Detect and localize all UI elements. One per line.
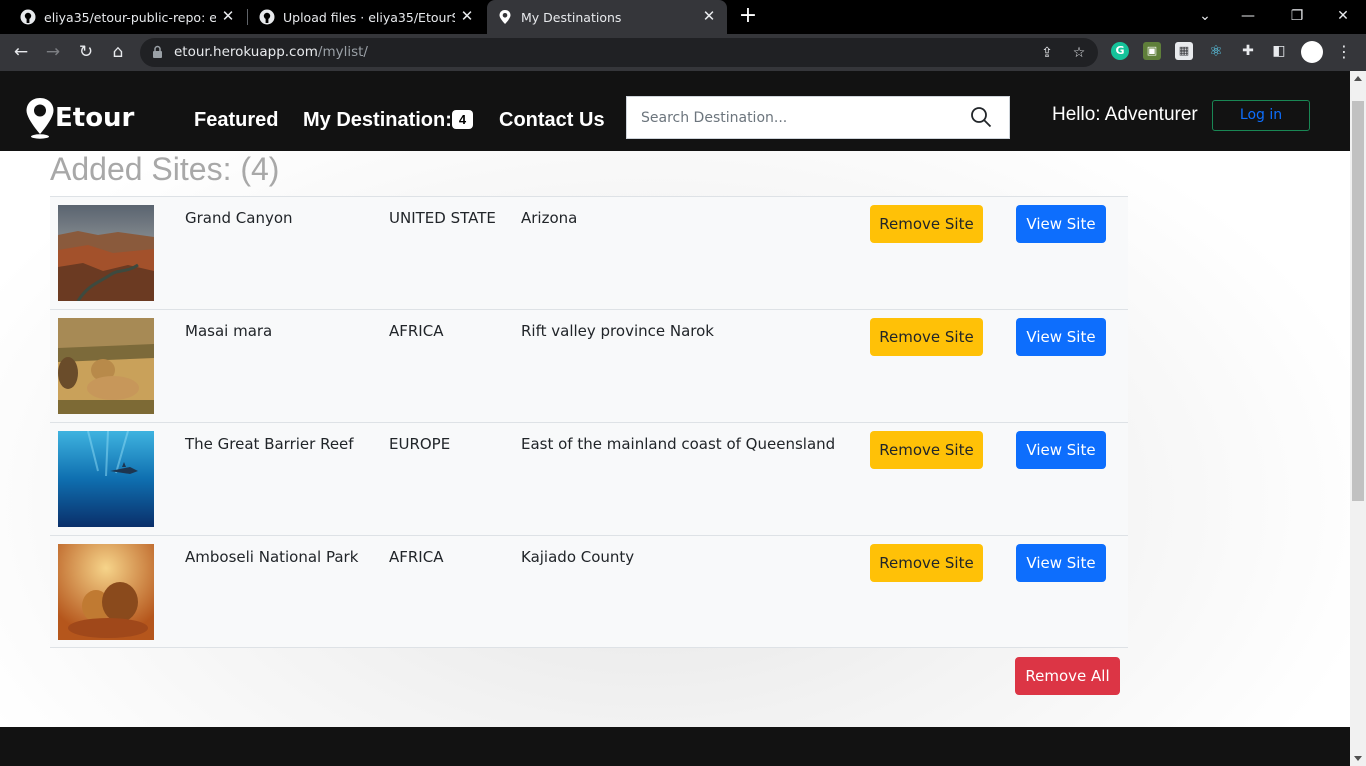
url-text: etour.herokuapp.com/mylist/ [174, 44, 368, 60]
view-site-button[interactable]: View Site [1016, 318, 1106, 356]
location-pin-icon [499, 10, 511, 24]
site-navbar: Etour Featured My Destination: 4 Contact … [0, 71, 1350, 151]
remove-site-button[interactable]: Remove Site [870, 205, 983, 243]
puzzle-extensions-icon[interactable]: ✚ [1239, 42, 1257, 60]
scroll-down-arrow-icon[interactable] [1354, 756, 1362, 761]
site-region: AFRICA [389, 548, 444, 566]
address-bar[interactable]: etour.herokuapp.com/mylist/ ⇪ ☆ [140, 38, 1098, 67]
site-location: Rift valley province Narok [521, 322, 714, 340]
nav-contact-us[interactable]: Contact Us [499, 109, 605, 132]
close-window-icon[interactable]: ✕ [1333, 6, 1353, 26]
brand-logo[interactable]: Etour [25, 96, 134, 140]
profile-avatar[interactable] [1301, 41, 1323, 63]
react-devtools-icon[interactable]: ⚛ [1207, 42, 1225, 60]
destination-count-badge: 4 [451, 110, 474, 129]
grammarly-icon[interactable]: G [1111, 42, 1129, 60]
tab-close-icon[interactable]: ✕ [701, 8, 717, 24]
github-icon [20, 9, 36, 25]
amboseli-thumbnail [58, 544, 154, 640]
back-arrow-icon[interactable]: ← [11, 42, 31, 62]
side-panel-icon[interactable]: ◧ [1270, 42, 1288, 60]
bookmark-star-icon[interactable]: ☆ [1070, 44, 1088, 62]
remove-all-button[interactable]: Remove All [1015, 657, 1120, 695]
browser-tab-1[interactable]: eliya35/etour-public-repo: etour ✕ [0, 0, 246, 34]
table-row: Masai mara AFRICA Rift valley province N… [50, 309, 1128, 422]
search-icon[interactable] [970, 106, 992, 128]
site-name: Grand Canyon [185, 209, 293, 227]
site-location: East of the mainland coast of Queensland [521, 435, 836, 453]
table-row: Amboseli National Park AFRICA Kajiado Co… [50, 535, 1128, 648]
menu-dots-icon[interactable]: ⋮ [1336, 42, 1352, 62]
greeting-text: Hello: Adventurer [1052, 104, 1198, 125]
location-pin-icon [26, 98, 54, 139]
tab-title: Upload files · eliya35/EtourScreen [283, 9, 455, 25]
qr-code-icon[interactable]: ▦ [1175, 42, 1193, 60]
extension-icon[interactable]: ▣ [1143, 42, 1161, 60]
url-host: etour.herokuapp.com [174, 44, 318, 60]
site-location: Kajiado County [521, 548, 635, 566]
github-icon [259, 9, 275, 25]
minimize-icon[interactable]: — [1238, 6, 1258, 26]
site-region: EUROPE [389, 435, 451, 453]
tab-title: My Destinations [521, 9, 622, 25]
share-icon[interactable]: ⇪ [1038, 44, 1056, 62]
brand-name: Etour [55, 103, 135, 133]
table-row: Grand Canyon UNITED STATE Arizona Remove… [50, 196, 1128, 309]
page-viewport: Etour Featured My Destination: 4 Contact … [0, 71, 1350, 766]
url-path: /mylist/ [317, 44, 368, 60]
page-title: Added Sites: (4) [50, 151, 280, 187]
nav-my-destination[interactable]: My Destination: 4 [303, 109, 474, 132]
page-footer [0, 727, 1350, 766]
chevron-down-icon[interactable]: ⌄ [1195, 6, 1215, 26]
masai-mara-thumbnail [58, 318, 154, 414]
nav-featured[interactable]: Featured [194, 109, 278, 132]
view-site-button[interactable]: View Site [1016, 205, 1106, 243]
remove-site-button[interactable]: Remove Site [870, 318, 983, 356]
login-button[interactable]: Log in [1212, 100, 1310, 131]
site-region: AFRICA [389, 322, 444, 340]
reload-icon[interactable]: ↻ [76, 42, 96, 62]
tab-close-icon[interactable]: ✕ [220, 8, 236, 24]
tab-close-icon[interactable]: ✕ [459, 8, 475, 24]
search-box [626, 96, 1010, 139]
browser-toolbar: ← → ↻ ⌂ etour.herokuapp.com/mylist/ ⇪ ☆ … [0, 34, 1366, 71]
lock-icon [153, 45, 162, 58]
page-scrollbar[interactable] [1350, 71, 1366, 766]
nav-my-destination-label: My Destination: [303, 109, 452, 131]
sites-table: Grand Canyon UNITED STATE Arizona Remove… [50, 196, 1128, 648]
scrollbar-thumb[interactable] [1352, 101, 1364, 501]
forward-arrow-icon[interactable]: → [43, 42, 63, 62]
new-tab-plus-icon[interactable]: + [738, 5, 758, 27]
scroll-up-arrow-icon[interactable] [1354, 76, 1362, 81]
site-name: The Great Barrier Reef [185, 435, 354, 453]
site-name: Amboseli National Park [185, 548, 359, 566]
restore-window-icon[interactable]: ❐ [1287, 6, 1307, 26]
site-location: Arizona [521, 209, 578, 227]
tab-title: eliya35/etour-public-repo: etour [44, 9, 216, 25]
table-row: The Great Barrier Reef EUROPE East of th… [50, 422, 1128, 535]
site-region: UNITED STATE [389, 209, 496, 227]
search-input[interactable] [627, 97, 957, 138]
grand-canyon-thumbnail [58, 205, 154, 301]
home-icon[interactable]: ⌂ [108, 42, 128, 62]
browser-tab-strip: eliya35/etour-public-repo: etour ✕ Uploa… [0, 0, 1366, 34]
remove-site-button[interactable]: Remove Site [870, 544, 983, 582]
view-site-button[interactable]: View Site [1016, 544, 1106, 582]
remove-site-button[interactable]: Remove Site [870, 431, 983, 469]
browser-tab-2[interactable]: Upload files · eliya35/EtourScreen ✕ [239, 0, 485, 34]
site-name: Masai mara [185, 322, 273, 340]
view-site-button[interactable]: View Site [1016, 431, 1106, 469]
barrier-reef-thumbnail [58, 431, 154, 527]
browser-tab-3[interactable]: My Destinations ✕ [487, 0, 727, 34]
